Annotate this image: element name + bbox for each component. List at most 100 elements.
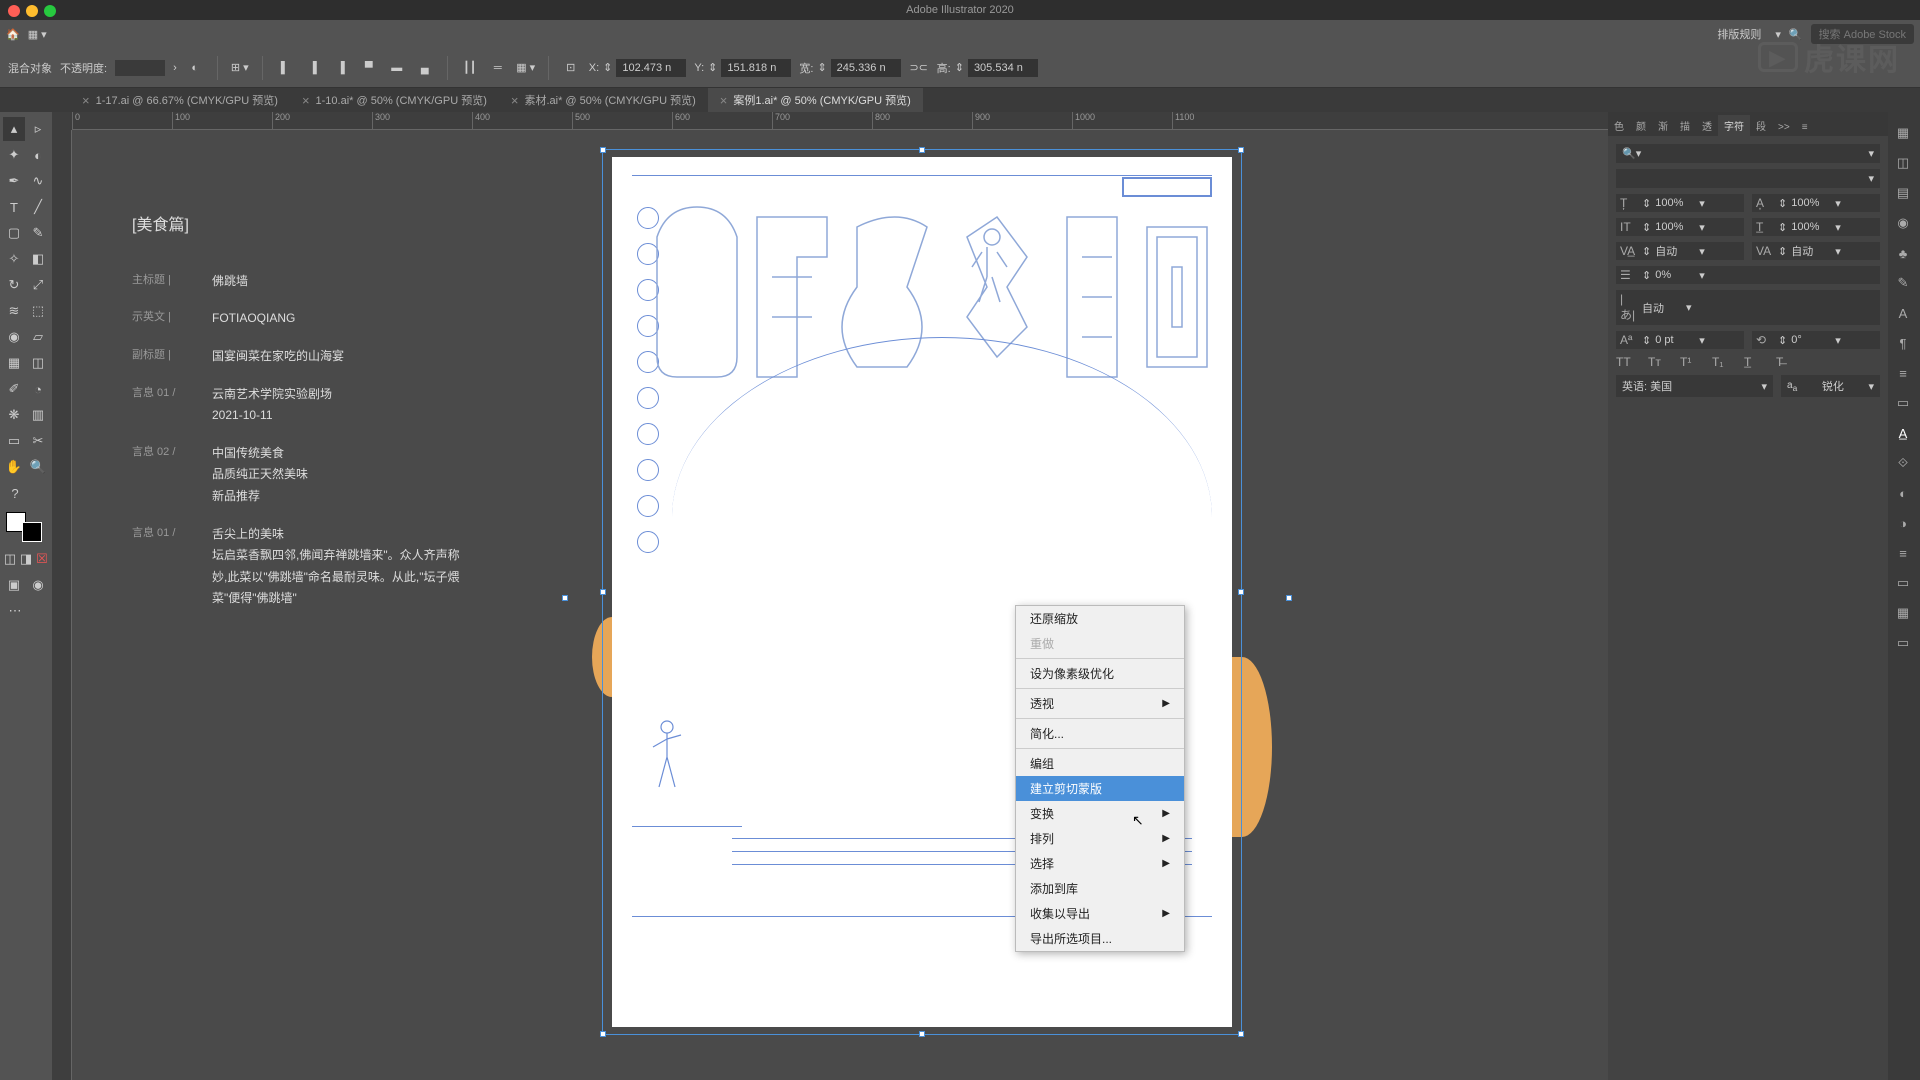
appearance-icon[interactable]: ◉	[1892, 212, 1914, 234]
paintbrush-tool[interactable]: ✎	[27, 221, 49, 245]
cm-collect-export[interactable]: 收集以导出▶	[1016, 901, 1184, 926]
antialias-select[interactable]: aa锐化▾	[1781, 375, 1880, 397]
eraser-tool[interactable]: ◧	[27, 247, 49, 271]
document-tab[interactable]: ×素材.ai* @ 50% (CMYK/GPU 预览)	[499, 88, 708, 112]
document-tab-active[interactable]: ×案例1.ai* @ 50% (CMYK/GPU 预览)	[708, 88, 923, 112]
panel-tab[interactable]: 渐	[1652, 115, 1674, 136]
mesh-tool[interactable]: ▦	[3, 351, 25, 375]
selection-handle[interactable]	[1238, 147, 1244, 153]
type-tool[interactable]: T	[3, 195, 25, 219]
draw-mode-icon[interactable]: ◉	[27, 573, 49, 597]
stepper-icon[interactable]: ⇕	[817, 61, 826, 74]
w-input[interactable]	[831, 59, 901, 77]
canvas[interactable]: 010020030040050060070080090010001100 [美食…	[52, 112, 1608, 1080]
rotate-tool[interactable]: ↻	[3, 273, 25, 297]
swatches-icon[interactable]: A	[1892, 302, 1914, 324]
align-to-icon[interactable]: ▦ ▾	[516, 58, 536, 78]
align-left-icon[interactable]: ▌	[275, 58, 295, 78]
stepper-icon[interactable]: ⇕	[955, 61, 964, 74]
none-mode-icon[interactable]: ☒	[35, 547, 49, 571]
rotation-field[interactable]: ⟲⇕▾	[1752, 331, 1880, 349]
graph-tool[interactable]: ▥	[27, 403, 49, 427]
strikethrough-icon[interactable]: T̶	[1776, 355, 1794, 369]
selection-handle[interactable]	[1238, 589, 1244, 595]
graphic-styles-icon[interactable]: ♣	[1892, 242, 1914, 264]
selection-tool[interactable]: ▴	[3, 117, 25, 141]
eyedropper-tool[interactable]: ✐	[3, 377, 25, 401]
cm-perspective[interactable]: 透视▶	[1016, 691, 1184, 716]
pen-tool[interactable]: ✒	[3, 169, 25, 193]
symbol-sprayer-tool[interactable]: ❋	[3, 403, 25, 427]
properties-icon[interactable]: ▦	[1892, 122, 1914, 144]
panel-menu-icon[interactable]: ≡	[1796, 119, 1814, 136]
close-icon[interactable]: ×	[511, 93, 519, 108]
h-input[interactable]	[968, 59, 1038, 77]
selection-handle[interactable]	[562, 595, 568, 601]
kerning-field[interactable]: VA̲⇕▾	[1616, 242, 1744, 260]
mac-close-button[interactable]	[8, 5, 20, 17]
layers-icon[interactable]: ▤	[1892, 182, 1914, 204]
document-tab[interactable]: ×1-17.ai @ 66.67% (CMYK/GPU 预览)	[70, 88, 290, 112]
curvature-tool[interactable]: ∿	[27, 169, 49, 193]
cm-arrange[interactable]: 排列▶	[1016, 826, 1184, 851]
opacity-arrow-icon[interactable]: ›	[173, 62, 177, 74]
selection-handle[interactable]	[1238, 1031, 1244, 1037]
x-input[interactable]	[616, 59, 686, 77]
gradient-tool[interactable]: ◫	[27, 351, 49, 375]
y-input[interactable]	[721, 59, 791, 77]
allcaps-icon[interactable]: TT	[1616, 355, 1634, 369]
vscale-field[interactable]: IT⇕▾	[1616, 218, 1744, 236]
smallcaps-icon[interactable]: Tᴛ	[1648, 355, 1666, 369]
distribute-h-icon[interactable]: ┃┃	[460, 58, 480, 78]
document-tab[interactable]: ×1-10.ai* @ 50% (CMYK/GPU 预览)	[290, 88, 499, 112]
cm-select[interactable]: 选择▶	[1016, 851, 1184, 876]
shape-builder-tool[interactable]: ◉	[3, 325, 25, 349]
tracking-field[interactable]: VA⇕▾	[1752, 242, 1880, 260]
aki-field[interactable]: |あ|▾	[1616, 290, 1880, 325]
cm-pixel-perfect[interactable]: 设为像素级优化	[1016, 661, 1184, 686]
stepper-icon[interactable]: ⇕	[603, 61, 612, 74]
ruler-corner[interactable]	[52, 112, 72, 130]
font-search[interactable]: 🔍▾▾	[1616, 144, 1880, 163]
baseline-field[interactable]: Aª⇕▾	[1616, 331, 1744, 349]
symbols-icon[interactable]: ¶	[1892, 332, 1914, 354]
selection-handle[interactable]	[1286, 595, 1292, 601]
help-tool[interactable]: ?	[3, 481, 27, 505]
pathfinder-icon[interactable]: ▦	[1892, 602, 1914, 624]
mac-maximize-button[interactable]	[44, 5, 56, 17]
subscript-icon[interactable]: T₁	[1712, 355, 1730, 369]
link-wh-icon[interactable]: ⊃⊂	[909, 58, 929, 78]
underline-icon[interactable]: T̲	[1744, 355, 1762, 369]
panel-tab[interactable]: 描	[1674, 115, 1696, 136]
cm-undo-scale[interactable]: 还原缩放	[1016, 606, 1184, 631]
character-icon[interactable]: A̲	[1892, 422, 1914, 444]
gradient-icon[interactable]: ▭	[1892, 572, 1914, 594]
free-transform-tool[interactable]: ⬚	[27, 299, 49, 323]
edit-toolbar-icon[interactable]: ⋯	[3, 599, 27, 623]
color-icon[interactable]: ◐	[1892, 482, 1914, 504]
superscript-icon[interactable]: T¹	[1680, 355, 1698, 369]
style-icon[interactable]: ◐	[185, 58, 205, 78]
panel-tab[interactable]: 透	[1696, 115, 1718, 136]
selection-handle[interactable]	[600, 147, 606, 153]
selection-handle[interactable]	[919, 147, 925, 153]
cm-export-selection[interactable]: 导出所选项目...	[1016, 926, 1184, 951]
leading-field[interactable]: A͎⇕▾	[1752, 194, 1880, 212]
gradient-mode-icon[interactable]: ◨	[19, 547, 33, 571]
transparency-icon[interactable]: ≡	[1892, 542, 1914, 564]
ruler-horizontal[interactable]: 010020030040050060070080090010001100	[72, 112, 1608, 130]
panel-tab-active[interactable]: 字符	[1718, 115, 1750, 136]
mac-minimize-button[interactable]	[26, 5, 38, 17]
rectangle-tool[interactable]: ▢	[3, 221, 25, 245]
transform-anchor-icon[interactable]: ⊡	[561, 58, 581, 78]
bridge-icon[interactable]: ▦ ▾	[28, 28, 47, 41]
hscale-field[interactable]: T̲⇕▾	[1752, 218, 1880, 236]
panel-tab[interactable]: 色	[1608, 115, 1630, 136]
brushes-icon[interactable]: ✎	[1892, 272, 1914, 294]
cm-transform[interactable]: 变换▶	[1016, 801, 1184, 826]
color-swatches[interactable]	[2, 512, 46, 542]
close-icon[interactable]: ×	[82, 93, 90, 108]
slice-tool[interactable]: ✂	[27, 429, 49, 453]
home-icon[interactable]: 🏠	[6, 28, 20, 41]
font-style-select[interactable]: ▾	[1616, 169, 1880, 188]
